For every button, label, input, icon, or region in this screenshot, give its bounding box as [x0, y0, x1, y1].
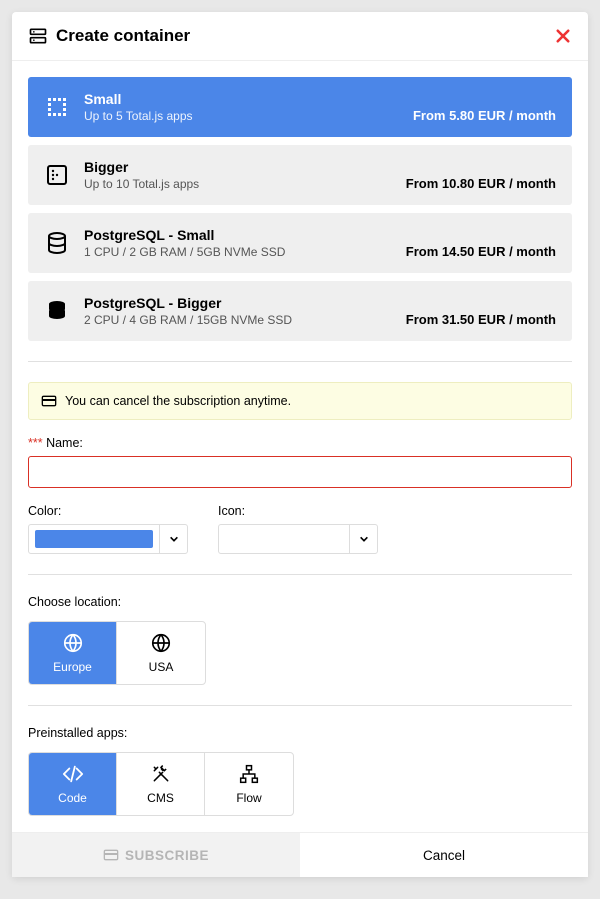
app-cms[interactable]: CMS: [117, 753, 205, 815]
plan-name: Bigger: [84, 159, 406, 175]
divider: [28, 361, 572, 362]
color-label: Color:: [28, 504, 188, 518]
divider: [28, 705, 572, 706]
location-europe[interactable]: Europe: [29, 622, 117, 684]
color-select[interactable]: [28, 524, 188, 554]
plan-postgres-bigger[interactable]: PostgreSQL - Bigger 2 CPU / 4 GB RAM / 1…: [28, 281, 572, 341]
subscribe-label: SUBSCRIBE: [125, 848, 209, 863]
name-label: *** Name:: [28, 436, 572, 450]
plan-name: PostgreSQL - Bigger: [84, 295, 406, 311]
plan-price: From 5.80 EUR / month: [413, 108, 556, 123]
plan-price: From 10.80 EUR / month: [406, 176, 556, 191]
plan-desc: Up to 10 Total.js apps: [84, 177, 406, 191]
app-flow[interactable]: Flow: [205, 753, 293, 815]
notice-text: You can cancel the subscription anytime.: [65, 394, 291, 408]
name-input[interactable]: [28, 456, 572, 488]
location-group: Europe USA: [28, 621, 206, 685]
database-solid-icon: [44, 298, 70, 324]
apps-group: Code CMS Flow: [28, 752, 294, 816]
close-button[interactable]: [554, 27, 572, 45]
apps-label: Preinstalled apps:: [28, 726, 572, 740]
cancel-button[interactable]: Cancel: [300, 833, 588, 877]
divider: [28, 574, 572, 575]
cancel-label: Cancel: [423, 848, 465, 863]
chevron-down-icon[interactable]: [349, 525, 377, 553]
card-icon: [41, 393, 57, 409]
plan-name: PostgreSQL - Small: [84, 227, 406, 243]
code-icon: [62, 763, 84, 785]
globe-icon: [62, 632, 84, 654]
plan-postgres-small[interactable]: PostgreSQL - Small 1 CPU / 2 GB RAM / 5G…: [28, 213, 572, 273]
icon-select[interactable]: [218, 524, 378, 554]
plan-price: From 31.50 EUR / month: [406, 312, 556, 327]
app-item-label: Flow: [236, 791, 261, 805]
dialog-footer: SUBSCRIBE Cancel: [12, 832, 588, 877]
subscribe-button[interactable]: SUBSCRIBE: [12, 833, 300, 877]
plan-desc: 1 CPU / 2 GB RAM / 5GB NVMe SSD: [84, 245, 406, 259]
tools-icon: [150, 763, 172, 785]
server-icon: [44, 162, 70, 188]
app-item-label: Code: [58, 791, 87, 805]
location-item-label: Europe: [53, 660, 92, 674]
color-swatch: [35, 530, 153, 548]
plan-bigger[interactable]: Bigger Up to 10 Total.js apps From 10.80…: [28, 145, 572, 205]
dialog-header: Create container: [12, 12, 588, 61]
flow-icon: [238, 763, 260, 785]
plan-small[interactable]: Small Up to 5 Total.js apps From 5.80 EU…: [28, 77, 572, 137]
cancel-notice: You can cancel the subscription anytime.: [28, 382, 572, 420]
app-item-label: CMS: [147, 791, 174, 805]
plan-name: Small: [84, 91, 413, 107]
container-icon: [28, 26, 48, 46]
plan-price: From 14.50 EUR / month: [406, 244, 556, 259]
database-icon: [44, 230, 70, 256]
globe-icon: [150, 632, 172, 654]
location-item-label: USA: [149, 660, 174, 674]
create-container-dialog: Create container Small Up to 5 Total.js …: [12, 12, 588, 877]
location-usa[interactable]: USA: [117, 622, 205, 684]
plan-desc: Up to 5 Total.js apps: [84, 109, 413, 123]
color-field: Color:: [28, 504, 188, 554]
card-icon: [103, 847, 119, 863]
app-code[interactable]: Code: [29, 753, 117, 815]
chevron-down-icon[interactable]: [159, 525, 187, 553]
location-label: Choose location:: [28, 595, 572, 609]
grid-icon: [44, 94, 70, 120]
icon-label: Icon:: [218, 504, 378, 518]
dialog-title: Create container: [56, 26, 554, 46]
plan-desc: 2 CPU / 4 GB RAM / 15GB NVMe SSD: [84, 313, 406, 327]
name-field: *** Name:: [28, 436, 572, 488]
icon-field: Icon:: [218, 504, 378, 554]
